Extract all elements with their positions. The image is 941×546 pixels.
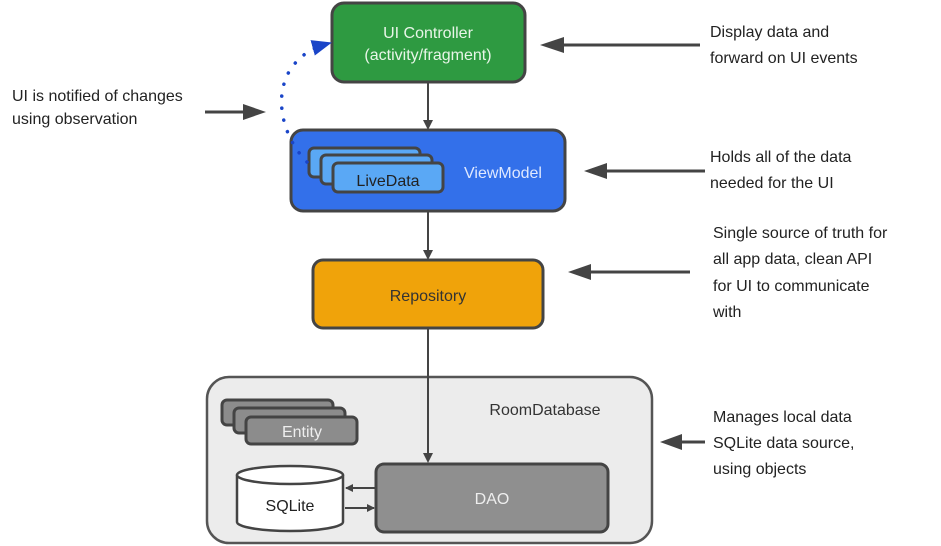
note-line: for UI to communicate xyxy=(713,278,870,295)
viewmodel-label: ViewModel xyxy=(464,165,542,182)
arrowhead-icon xyxy=(540,37,564,53)
architecture-diagram: UI Controller (activity/fragment) LiveDa… xyxy=(12,1,888,545)
note-line: Manages local data xyxy=(713,409,852,426)
repository-label: Repository xyxy=(390,288,466,305)
sqlite-cylinder: SQLite xyxy=(235,464,345,533)
sqlite-label: SQLite xyxy=(266,498,315,515)
entity-label: Entity xyxy=(282,424,322,441)
ui-controller-note: Display data and forward on UI events xyxy=(710,24,858,67)
ui-controller-sublabel: (activity/fragment) xyxy=(364,47,491,64)
repository-note: Single source of truth for all app data,… xyxy=(712,225,888,321)
ui-controller-label: UI Controller xyxy=(383,25,473,42)
room-database-label: RoomDatabase xyxy=(489,402,600,419)
arrowhead-icon xyxy=(243,104,266,120)
note-line: UI is notified of changes xyxy=(12,88,183,105)
note-line: forward on UI events xyxy=(710,50,858,67)
note-line: all app data, clean API xyxy=(713,251,872,268)
arrowhead-icon xyxy=(584,163,607,179)
viewmodel-note: Holds all of the data needed for the UI xyxy=(710,149,852,192)
repository-node: Repository xyxy=(311,258,545,330)
note-line: using objects xyxy=(713,461,806,478)
room-note: Manages local data SQLite data source, u… xyxy=(713,409,854,478)
viewmodel-node: LiveData ViewModel xyxy=(289,128,567,213)
note-line: SQLite data source, xyxy=(713,435,854,452)
arrowhead-icon xyxy=(568,264,591,280)
note-line: Display data and xyxy=(710,24,829,41)
note-line: needed for the UI xyxy=(710,175,834,192)
dao-node: DAO xyxy=(374,462,610,534)
arrowhead-icon xyxy=(660,434,682,450)
livedata-label: LiveData xyxy=(356,173,419,190)
room-database-node: RoomDatabase Entity SQLite DAO xyxy=(205,375,654,545)
note-line: Holds all of the data xyxy=(710,149,852,166)
note-line: Single source of truth for xyxy=(713,225,888,242)
note-line: with xyxy=(712,304,741,321)
observation-note: UI is notified of changes using observat… xyxy=(12,88,183,128)
livedata-stack: LiveData xyxy=(307,146,445,194)
ui-controller-node: UI Controller (activity/fragment) xyxy=(330,1,527,84)
note-line: using observation xyxy=(12,111,137,128)
dao-label: DAO xyxy=(475,491,510,508)
